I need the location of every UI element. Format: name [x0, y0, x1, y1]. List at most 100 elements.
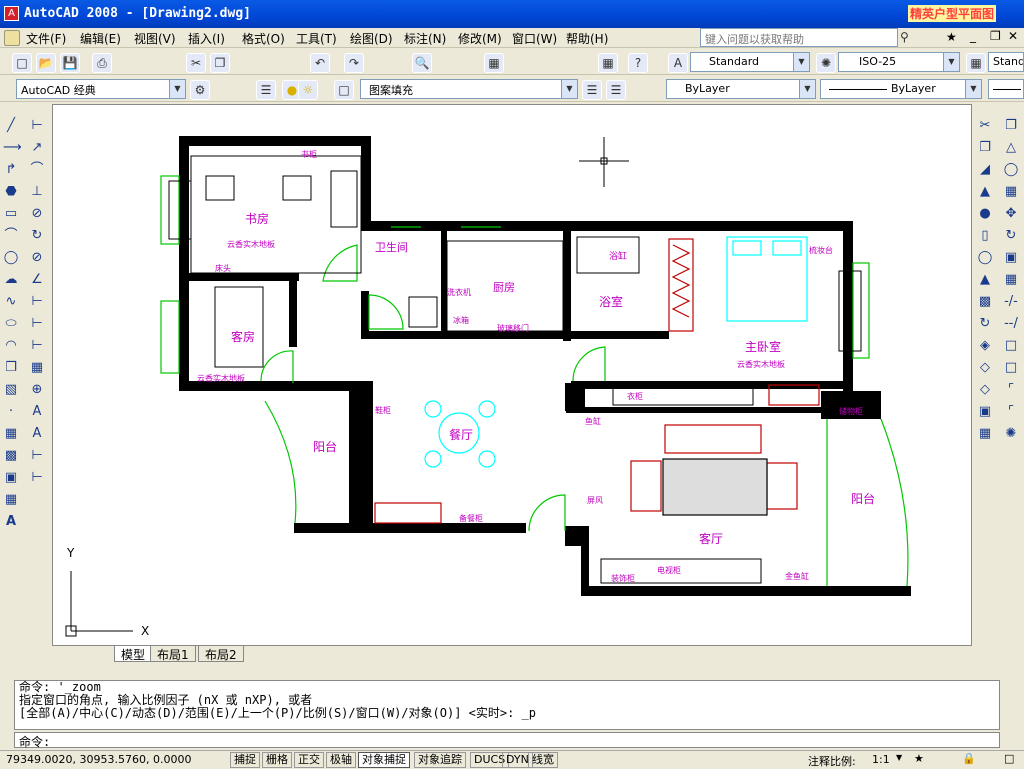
- erase-icon[interactable]: ✂: [977, 118, 993, 134]
- star-icon[interactable]: ★: [946, 30, 962, 46]
- dim-update-icon[interactable]: ⊢: [29, 448, 45, 464]
- cut-icon[interactable]: ✂: [186, 53, 206, 73]
- dim-edit-icon[interactable]: A: [29, 404, 45, 420]
- make-current-icon[interactable]: ☰: [606, 80, 626, 100]
- toggle-grid[interactable]: 栅格: [262, 752, 292, 768]
- open-icon[interactable]: 📂: [36, 53, 56, 73]
- tab-model[interactable]: 模型: [114, 646, 153, 662]
- menu-insert[interactable]: 插入(I): [188, 30, 225, 47]
- dim-style-select[interactable]: ISO-25 ▼: [838, 52, 960, 72]
- toggle-osnap[interactable]: 对象捕捉: [358, 752, 410, 768]
- make-block-icon[interactable]: ▧: [3, 382, 19, 398]
- chevron-down-icon[interactable]: ▼: [943, 53, 959, 71]
- chevron-down-icon[interactable]: ▼: [561, 80, 577, 98]
- construction-line-icon[interactable]: ⟶: [3, 140, 22, 156]
- chamfer-icon[interactable]: ⌜: [1003, 382, 1019, 398]
- cylinder-icon[interactable]: ▯: [977, 228, 993, 244]
- revision-cloud-icon[interactable]: ☁: [3, 272, 19, 288]
- chevron-down-icon[interactable]: ▼: [965, 80, 981, 98]
- baseline-icon[interactable]: ⊢: [29, 316, 45, 332]
- box-icon[interactable]: ❐: [977, 140, 993, 156]
- extrude-icon[interactable]: ▩: [977, 294, 993, 310]
- jogged-icon[interactable]: ↻: [29, 228, 45, 244]
- chevron-down-icon[interactable]: ▼: [799, 80, 815, 98]
- union-icon[interactable]: ◇: [977, 382, 993, 398]
- ordinate-icon[interactable]: ⊥: [29, 184, 45, 200]
- region-icon[interactable]: ▣: [3, 470, 19, 486]
- offset-icon[interactable]: ◯: [1003, 162, 1019, 178]
- gradient-icon[interactable]: ▩: [3, 448, 19, 464]
- menu-modify[interactable]: 修改(M): [458, 30, 502, 47]
- break-icon[interactable]: □: [1003, 338, 1019, 354]
- lineweight-select[interactable]: [988, 79, 1024, 99]
- menu-tools[interactable]: 工具(T): [296, 30, 337, 47]
- print-icon[interactable]: ⎙: [92, 53, 112, 73]
- table-style-icon[interactable]: ▦: [966, 53, 986, 73]
- tolerance-icon[interactable]: ▦: [29, 360, 45, 376]
- help-search-input[interactable]: 键入问题以获取帮助: [700, 28, 898, 47]
- zoom-realtime-icon[interactable]: 🔍: [412, 53, 432, 73]
- clean-screen-icon[interactable]: □: [1004, 752, 1014, 765]
- autocad-app-icon[interactable]: A: [4, 6, 19, 21]
- restore-icon[interactable]: ❐: [990, 29, 1006, 45]
- menu-help[interactable]: 帮助(H): [566, 30, 608, 47]
- dim-style-icon[interactable]: ⊢: [29, 470, 45, 486]
- dim-style-icon[interactable]: ✺: [816, 53, 836, 73]
- quick-dim-icon[interactable]: ⊢: [29, 294, 45, 310]
- workspace-select[interactable]: AutoCAD 经典 ▼: [16, 79, 186, 99]
- toggle-snap[interactable]: 捕捉: [230, 752, 260, 768]
- toggle-ortho[interactable]: 正交: [294, 752, 324, 768]
- polyline-icon[interactable]: ↱: [3, 162, 19, 178]
- extend-icon[interactable]: --/: [1003, 316, 1019, 332]
- menu-dimension[interactable]: 标注(N): [404, 30, 446, 47]
- dim-text-edit-icon[interactable]: A: [29, 426, 45, 442]
- pyramid-icon[interactable]: ▲: [977, 272, 993, 288]
- spline-icon[interactable]: ∿: [3, 294, 19, 310]
- layer-previous-icon[interactable]: ☰: [582, 80, 602, 100]
- menu-draw[interactable]: 绘图(D): [350, 30, 393, 47]
- point-icon[interactable]: ·: [3, 404, 19, 420]
- sweep-icon[interactable]: ◈: [977, 338, 993, 354]
- rotate-icon[interactable]: ↻: [1003, 228, 1019, 244]
- sun-icon[interactable]: ☼: [298, 80, 318, 100]
- table-style-select[interactable]: Stand: [988, 52, 1024, 72]
- save-icon[interactable]: 💾: [60, 53, 80, 73]
- circle-icon[interactable]: ◯: [3, 250, 19, 266]
- trim-icon[interactable]: -/-: [1003, 294, 1019, 310]
- search-icon[interactable]: ⚲: [900, 30, 916, 46]
- revolve-icon[interactable]: ↻: [977, 316, 993, 332]
- chevron-down-icon[interactable]: ▼: [169, 80, 185, 98]
- chevron-down-icon[interactable]: ▼: [896, 753, 902, 762]
- scale-value[interactable]: 1:1: [872, 753, 890, 766]
- multiline-text-icon[interactable]: A: [3, 514, 19, 530]
- properties-icon[interactable]: ▦: [484, 53, 504, 73]
- copy-icon[interactable]: ❐: [210, 53, 230, 73]
- ellipse-icon[interactable]: ⬭: [3, 316, 19, 332]
- command-input[interactable]: 命令:: [14, 732, 1000, 749]
- calculator-icon[interactable]: ▦: [598, 53, 618, 73]
- arc-length-icon[interactable]: ⌒: [29, 162, 45, 178]
- loft-icon[interactable]: ◇: [977, 360, 993, 376]
- line-icon[interactable]: ╱: [3, 118, 19, 134]
- array-icon[interactable]: ▦: [1003, 184, 1019, 200]
- center-mark-icon[interactable]: ⊕: [29, 382, 45, 398]
- rectangle-icon[interactable]: ▭: [3, 206, 19, 222]
- aligned-dim-icon[interactable]: ↗: [29, 140, 45, 156]
- undo-icon[interactable]: ↶: [310, 53, 330, 73]
- hatch-icon[interactable]: ▦: [3, 426, 19, 442]
- arc-icon[interactable]: ⌒: [3, 228, 19, 244]
- menu-view[interactable]: 视图(V): [134, 30, 176, 47]
- help-icon[interactable]: ?: [628, 53, 648, 73]
- color-select[interactable]: ByLayer ▼: [666, 79, 816, 99]
- annotation-visibility-icon[interactable]: ★: [914, 752, 924, 765]
- layer-select[interactable]: 图案填充 ▼: [360, 79, 578, 99]
- table-icon[interactable]: ▦: [3, 492, 19, 508]
- copy-object-icon[interactable]: ❐: [1003, 118, 1019, 134]
- close-doc-icon[interactable]: ✕: [1008, 29, 1024, 45]
- minimize-icon[interactable]: _: [970, 29, 986, 45]
- lock-icon[interactable]: 🔒: [962, 752, 976, 765]
- fillet-icon[interactable]: ⌜: [1003, 404, 1019, 420]
- sphere-icon[interactable]: ●: [977, 206, 993, 222]
- text-style-select[interactable]: Standard ▼: [690, 52, 810, 72]
- workspace-settings-icon[interactable]: ⚙: [190, 80, 210, 100]
